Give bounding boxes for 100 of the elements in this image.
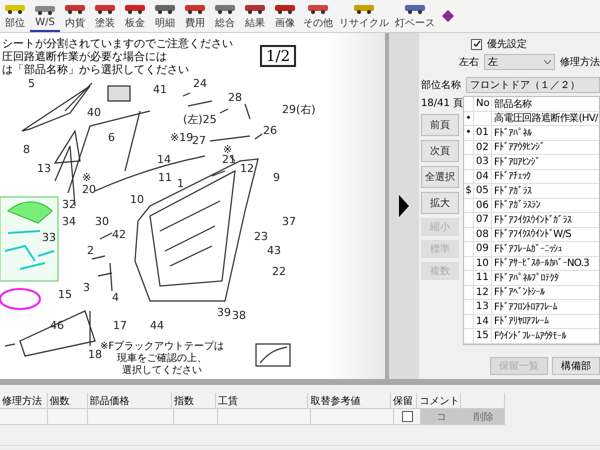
part-name[interactable]: FﾄﾞｱｻｰﾋﾞｽﾎｰﾙｶﾊﾞｰNO.3: [492, 257, 590, 270]
column-header: 部品名称: [493, 98, 532, 111]
part-name[interactable]: 高電圧回路遮断作業(HV/: [492, 111, 598, 126]
callout-number: 21: [222, 153, 236, 166]
panel-button[interactable]: 前頁: [421, 114, 459, 136]
callout-number: 39: [217, 306, 231, 319]
callout-number: 38: [232, 309, 246, 322]
table-cell: 11: [473, 271, 492, 284]
part-area-label: 部位名称: [421, 78, 461, 92]
table-cell: 10: [473, 256, 492, 270]
diagram-note: は「部品名称」から選択してください: [2, 63, 190, 76]
callout-number: 29(右): [282, 103, 316, 116]
callout-number: 13: [37, 162, 51, 175]
callout-number: ※19: [170, 131, 194, 144]
panel-button[interactable]: 拡大: [421, 192, 459, 214]
table-cell: 08: [473, 228, 492, 241]
callout-number: 24: [193, 77, 207, 90]
expand-arrow-icon[interactable]: [399, 195, 409, 217]
callout-number: 17: [113, 319, 127, 332]
side-label: 左右: [459, 56, 479, 69]
callout-number: 33: [42, 231, 56, 244]
toolbar-button[interactable]: 部位: [0, 0, 30, 32]
callout-number: 23: [254, 230, 268, 243]
highlighted-part-drawing: [8, 202, 52, 224]
diagram-note: 圧回路遮断作業が必要な場合には: [2, 50, 168, 63]
diamond-icon[interactable]: [442, 10, 454, 22]
callout-number: 32: [62, 198, 76, 211]
row-marker: •: [464, 127, 472, 138]
toolbar-button[interactable]: 塗装: [90, 0, 120, 32]
diagram-footnote: ※Fブラックアウトテープは: [100, 341, 224, 352]
hold-checkbox[interactable]: [402, 411, 414, 422]
toolbar-button[interactable]: 板金: [120, 0, 150, 32]
table-cell: 01: [473, 126, 492, 140]
column-header: コメント: [417, 393, 462, 409]
table-cell: 03: [473, 155, 492, 168]
priority-label: 優先設定: [487, 38, 527, 51]
toolbar-button[interactable]: 内貨: [60, 0, 90, 32]
table-cell: 02: [473, 140, 492, 154]
panel-button[interactable]: 全選択: [421, 166, 459, 188]
table-cell: 13: [473, 300, 492, 314]
table-cell: 07: [473, 213, 492, 226]
table-cell: [48, 409, 88, 425]
table-cell: [174, 409, 218, 425]
page-number: 1/2: [260, 45, 296, 67]
panel-button[interactable]: 次頁: [421, 140, 459, 162]
callout-number: 30: [95, 215, 109, 228]
toolbar-button[interactable]: 総合: [210, 0, 240, 32]
callout-number: 1: [177, 177, 184, 190]
callout-number: ※: [82, 171, 92, 184]
callout-number: 6: [108, 131, 115, 144]
caret-icon: [544, 60, 551, 64]
toolbar-button[interactable]: 明細: [150, 0, 180, 32]
part-name[interactable]: Fﾄﾞｱﾌﾛﾝﾄﾛｱﾌﾚｰﾑ: [492, 300, 557, 313]
column-header: 工賃: [216, 393, 308, 409]
callout-number: 8: [23, 143, 30, 156]
part-name[interactable]: Fﾄﾞｱﾘﾔﾛｱﾌﾚｰﾑ: [492, 315, 548, 328]
toolbar-button[interactable]: その他: [300, 0, 336, 32]
toolbar-button[interactable]: 費用: [180, 0, 210, 32]
part-name[interactable]: Fﾄﾞｱﾊﾟﾈﾙ: [492, 126, 532, 139]
table-cell: 09: [473, 242, 492, 256]
part-name[interactable]: Fﾄﾞｱﾁｪｯｸ: [492, 170, 531, 182]
table-cell: 04: [473, 170, 492, 183]
callout-number: 14: [157, 153, 171, 166]
callout-number: 5: [28, 77, 35, 90]
callout-number: 44: [150, 319, 164, 332]
column-header: 修理方法: [0, 393, 48, 409]
panel-button[interactable]: 構備部: [552, 357, 600, 375]
column-header: 取替参考値: [308, 393, 392, 409]
part-name[interactable]: Fｳｲﾝﾄﾞﾌﾚｰﾑｱｳﾀﾓｰﾙ: [492, 330, 566, 342]
table-cell: 14: [473, 314, 492, 328]
table-cell: 06: [473, 198, 492, 212]
priority-checkbox[interactable]: [471, 38, 482, 50]
part-name[interactable]: Fﾄﾞｱｶﾞﾗｽﾗﾝ: [492, 199, 540, 212]
callout-number: 18: [88, 348, 102, 361]
repair-method-label: 修理方法: [560, 56, 600, 69]
part-name[interactable]: Fﾄﾞｱﾍﾞﾝﾄｼｰﾙ: [492, 286, 544, 298]
column-header: No: [473, 97, 492, 110]
callout-number: 2: [87, 244, 94, 257]
toolbar-button[interactable]: 灯ベース: [392, 0, 438, 32]
callout-number: 4: [112, 291, 119, 304]
callout-number: 34: [62, 215, 76, 228]
diagram-footnote: 現車をご確認の上、: [117, 353, 208, 365]
row-marker: •: [464, 112, 472, 124]
table-cell: 05: [473, 184, 492, 198]
callout-number: 10: [130, 193, 144, 206]
part-name[interactable]: Fﾄﾞｱｱｳﾀﾋﾝｼﾞ: [492, 141, 544, 154]
toolbar-button[interactable]: 画像: [270, 0, 300, 32]
callout-number: 3: [83, 281, 90, 294]
part-name[interactable]: Fﾄﾞｱﾊﾟﾈﾙﾌﾟﾛﾃｸﾀ: [492, 272, 558, 284]
part-name[interactable]: Fﾄﾞｱｶﾞﾗｽ: [492, 184, 532, 197]
part-name[interactable]: Fﾄﾞｱﾌﾚｰﾑｶﾞｰﾆｯｼｭ: [492, 242, 562, 255]
part-name[interactable]: FﾄﾞｱﾌｲｸｽｳｲﾝﾄﾞW/S: [492, 228, 571, 240]
part-name[interactable]: Fﾄﾞｱﾌｲｸｽｳｲﾝﾄﾞｶﾞﾗｽ: [492, 214, 572, 226]
callout-number: 26: [263, 124, 277, 137]
delete-button[interactable]: 削除: [462, 409, 504, 424]
callout-number: 11: [158, 171, 172, 184]
part-name[interactable]: Fﾄﾞｱﾛｱﾋﾝｼﾞ: [492, 156, 540, 168]
toolbar-button[interactable]: 結果: [240, 0, 270, 32]
side-dropdown[interactable]: 左: [484, 54, 555, 70]
toolbar-button[interactable]: リサイクル: [336, 0, 392, 32]
